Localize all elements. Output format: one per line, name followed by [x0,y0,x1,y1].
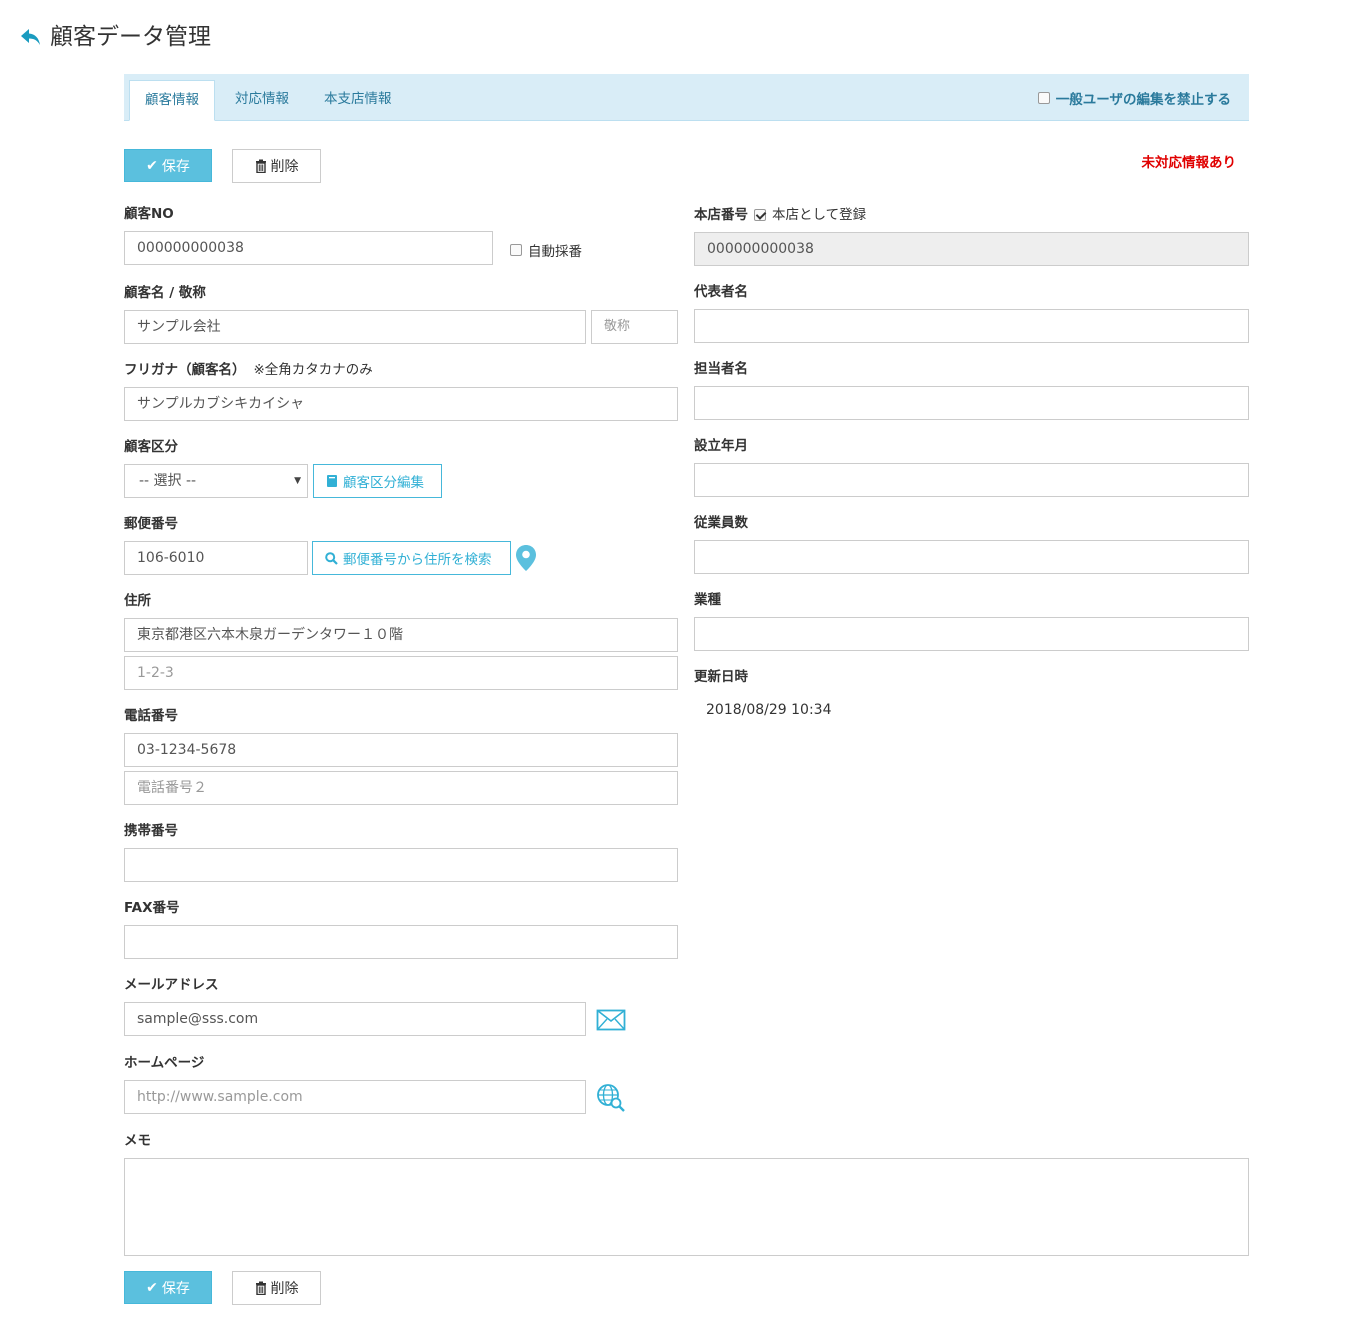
address-label: 住所 [124,593,151,609]
delete-button-bottom[interactable]: 削除 [232,1271,321,1305]
fax-label: FAX番号 [124,900,180,916]
furigana-note: ※全角カタカナのみ [253,362,373,378]
edit-category-button[interactable]: 顧客区分編集 [313,464,442,498]
honorific-input[interactable]: 敬称 [591,310,678,344]
delete-label: 削除 [270,1281,299,1297]
phone-input[interactable]: 03-1234-5678 [124,733,678,767]
page-title: 顧客データ管理 [50,24,211,50]
head-office-label: 本店番号 [694,207,748,223]
employees-label: 従業員数 [694,515,748,531]
address-line2-input[interactable]: 1-2-3 [124,656,678,690]
email-input[interactable]: sample@sss.com [124,1002,586,1036]
tab-bar: 顧客情報 対応情報 本支店情報 一般ユーザの編集を禁止する [124,74,1249,121]
save-label: 保存 [161,1280,190,1297]
lock-edit-label: 一般ユーザの編集を禁止する [1055,92,1231,108]
person-in-charge-label: 担当者名 [694,361,748,377]
reply-arrow-icon[interactable] [20,26,42,48]
established-input[interactable] [694,463,1249,497]
head-office-no-input: 000000000038 [694,232,1249,266]
auto-number-label: 自動採番 [528,244,582,260]
mobile-input[interactable] [124,848,678,882]
tab-customer-info[interactable]: 顧客情報 [129,80,215,121]
employees-input[interactable] [694,540,1249,574]
caret-down-icon: ▼ [294,476,301,486]
memo-textarea[interactable] [124,1158,1249,1256]
person-in-charge-input[interactable] [694,386,1249,420]
phone2-input[interactable]: 電話番号２ [124,771,678,805]
auto-number-option[interactable]: 自動採番 [510,240,582,260]
book-icon [327,475,337,487]
industry-input[interactable] [694,617,1249,651]
customer-name-label: 顧客名 / 敬称 [124,285,206,301]
established-label: 設立年月 [694,438,748,454]
postal-search-button[interactable]: 郵便番号から住所を検索 [312,541,511,575]
memo-label: メモ [124,1133,151,1149]
trash-icon [255,159,266,173]
representative-input[interactable] [694,309,1249,343]
industry-label: 業種 [694,592,721,608]
email-label: メールアドレス [124,977,219,993]
customer-category-label: 顧客区分 [124,439,178,455]
tab-correspondence-info[interactable]: 対応情報 [220,80,304,121]
check-icon: ✔ [146,157,158,174]
auto-number-checkbox[interactable] [510,244,522,256]
customer-no-input[interactable]: 000000000038 [124,231,493,265]
homepage-input[interactable]: http://www.sample.com [124,1080,586,1114]
mobile-label: 携帯番号 [124,823,178,839]
save-button-bottom[interactable]: ✔ 保存 [124,1271,212,1304]
postal-search-label: 郵便番号から住所を検索 [343,552,492,568]
furigana-label-text: フリガナ（顧客名） [124,362,246,378]
fax-input[interactable] [124,925,678,959]
globe-search-icon[interactable] [596,1083,626,1113]
postal-input[interactable]: 106-6010 [124,541,308,575]
lock-edit-option[interactable]: 一般ユーザの編集を禁止する [1037,88,1231,108]
lock-edit-checkbox[interactable] [1037,92,1050,104]
postal-label: 郵便番号 [124,516,178,532]
homepage-label: ホームページ [124,1055,205,1071]
head-office-label-row: 本店番号 本店として登録 [694,206,866,224]
trash-icon [255,1281,266,1295]
check-icon: ✔ [146,1279,158,1296]
edit-category-label: 顧客区分編集 [343,475,424,491]
furigana-label: フリガナ（顧客名） ※全角カタカナのみ [124,361,373,379]
customer-no-label: 顧客NO [124,206,174,222]
register-head-office-checkbox[interactable] [754,209,766,221]
save-label: 保存 [161,158,190,175]
map-pin-icon[interactable] [515,544,537,572]
updated-label: 更新日時 [694,669,748,685]
unhandled-info-alert[interactable]: 未対応情報あり [1142,151,1237,171]
save-button[interactable]: ✔ 保存 [124,149,212,182]
furigana-input[interactable]: サンプルカブシキカイシャ [124,387,678,421]
address-line1-input[interactable]: 東京都港区六本木泉ガーデンタワー１０階 [124,618,678,652]
delete-button[interactable]: 削除 [232,149,321,183]
representative-label: 代表者名 [694,284,748,300]
tab-branch-info[interactable]: 本支店情報 [309,80,407,121]
customer-name-input[interactable]: サンプル会社 [124,310,586,344]
phone-label: 電話番号 [124,708,178,724]
customer-category-select[interactable]: -- 選択 -- ▼ [124,464,308,498]
updated-value: 2018/08/29 10:34 [706,702,832,718]
mail-icon[interactable] [596,1009,626,1031]
delete-label: 削除 [270,159,299,175]
search-icon [325,551,338,565]
category-selected-value: -- 選択 -- [139,473,197,489]
register-head-office-label: 本店として登録 [772,207,867,223]
